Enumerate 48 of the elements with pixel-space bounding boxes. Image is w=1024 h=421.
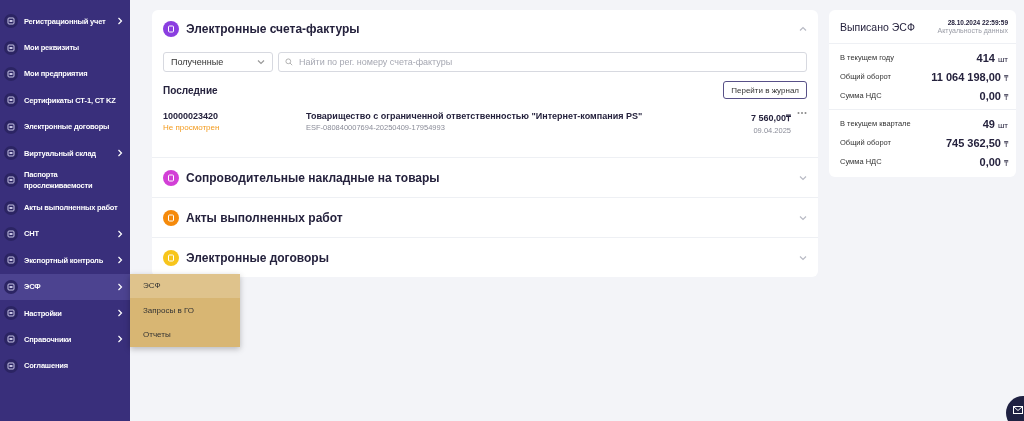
stat-value: 0,00 ₸ (979, 155, 1008, 168)
document-icon (7, 149, 15, 158)
more-icon[interactable] (797, 111, 807, 115)
submenu-item[interactable]: Запросы в ГО (130, 298, 240, 323)
chevron-down-icon (799, 253, 807, 262)
document-icon (7, 203, 15, 212)
document-icon (7, 229, 15, 238)
document-icon (7, 335, 15, 344)
stat-value: 11 064 198,00 ₸ (931, 70, 1008, 83)
section-toggle[interactable] (799, 173, 807, 182)
company-name: Товарищество с ограниченной ответственностью "Интернет-компания PS" (306, 111, 643, 121)
section-title: Сопроводительные накладные на товары (186, 170, 441, 185)
document-icon (7, 282, 15, 291)
chevron-down-icon (257, 58, 265, 66)
submenu-item[interactable]: ЭСФ (130, 273, 240, 298)
submenu-item[interactable]: Отчеты (130, 322, 240, 347)
chevron-up-icon (799, 25, 807, 33)
journal-button[interactable]: Перейти в журнал (723, 81, 807, 99)
section-toggle[interactable] (799, 253, 807, 262)
document-icon (7, 17, 15, 26)
invoice-amount: 7 560,00₸ (750, 112, 791, 124)
section-title: Акты выполненных работ (186, 210, 344, 225)
invoice-number: 10000023420 (163, 111, 219, 121)
document-icon (7, 361, 15, 370)
stat-value: 0,00 ₸ (979, 89, 1008, 102)
mail-icon (1013, 406, 1023, 414)
search-icon (285, 58, 293, 66)
stat-value: 414 шт (976, 51, 1008, 64)
document-icon (7, 176, 15, 185)
document-icon (7, 43, 15, 52)
chevron-down-icon (799, 173, 807, 182)
document-icon (7, 69, 15, 78)
section-title: Электронные договоры (186, 250, 330, 265)
summary-title: Выписано ЭСФ (840, 20, 915, 33)
stat-value: 745 362,50 ₸ (945, 136, 1008, 149)
section-toggle[interactable] (799, 213, 807, 222)
chevron-down-icon (799, 213, 807, 222)
document-icon (7, 256, 15, 265)
section-title: Электронные счета-фактуры (186, 22, 361, 36)
document-icon (7, 96, 15, 105)
document-icon (7, 309, 15, 318)
recent-title: Последние (163, 84, 218, 96)
document-icon (7, 122, 15, 131)
section-toggle[interactable] (799, 25, 807, 33)
stat-value: 49 шт (982, 117, 1008, 130)
invoice-status: Не просмотрен (163, 123, 220, 132)
type-select[interactable]: Полученные (163, 52, 273, 72)
search-field[interactable]: Найти по рег. номеру счета-фактуры (278, 52, 807, 72)
